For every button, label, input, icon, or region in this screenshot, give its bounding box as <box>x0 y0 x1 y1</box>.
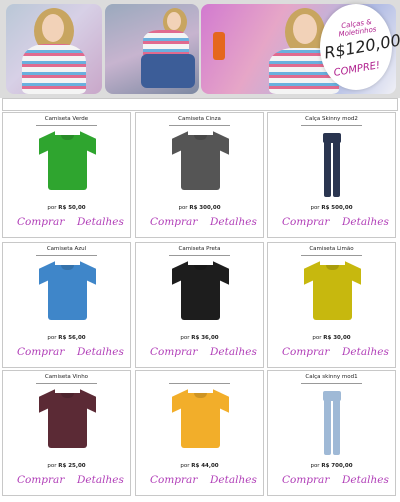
title-underline <box>36 125 97 126</box>
product-image[interactable] <box>39 389 96 448</box>
price-value: R$ 56,00 <box>58 335 86 341</box>
product-price: por R$ 36,00 <box>136 335 263 341</box>
product-image[interactable] <box>304 261 361 320</box>
product-card[interactable]: Camiseta Azul por R$ 56,00 Comprar Detalhes <box>2 242 131 368</box>
title-underline <box>36 255 97 256</box>
price-prefix: por <box>180 463 190 469</box>
title-underline <box>301 255 362 256</box>
product-name: Camiseta Verde <box>44 116 89 122</box>
details-button[interactable]: Detalhes <box>342 346 389 358</box>
price-value: R$ 300,00 <box>189 205 221 211</box>
product-image[interactable] <box>172 389 229 448</box>
divider-bar <box>2 98 398 111</box>
buy-button[interactable]: Comprar <box>17 216 64 228</box>
product-name: Camiseta Azul <box>46 246 87 252</box>
title-underline <box>169 255 230 256</box>
product-price: por R$ 700,00 <box>268 463 395 469</box>
details-button[interactable]: Detalhes <box>77 474 124 486</box>
model-photo <box>6 4 102 94</box>
price-prefix: por <box>47 205 57 211</box>
product-card[interactable]: Camiseta Cinza por R$ 300,00 Comprar Detalh… <box>135 112 264 238</box>
product-name: Calça Skinny mod2 <box>305 116 358 122</box>
title-underline <box>169 383 230 384</box>
details-button[interactable]: Detalhes <box>77 216 124 228</box>
price-value: R$ 44,00 <box>191 463 219 469</box>
details-button[interactable]: Detalhes <box>77 346 124 358</box>
product-price: por R$ 44,00 <box>136 463 263 469</box>
product-card[interactable]: Calça skinny mod1 por R$ 700,00 Comprar Det… <box>267 370 396 496</box>
product-image[interactable] <box>172 131 229 190</box>
product-card[interactable]: Camiseta Preta por R$ 36,00 Comprar Detalhe… <box>135 242 264 368</box>
buy-button[interactable]: Comprar <box>17 474 64 486</box>
buy-button[interactable]: Comprar <box>282 474 329 486</box>
title-underline <box>301 125 362 126</box>
details-button[interactable]: Detalhes <box>210 474 257 486</box>
price-value: R$ 30,00 <box>323 335 351 341</box>
details-button[interactable]: Detalhes <box>210 346 257 358</box>
title-underline <box>301 383 362 384</box>
product-name: Camiseta Preta <box>178 246 221 252</box>
buy-button[interactable]: Comprar <box>150 346 197 358</box>
product-price: por R$ 500,00 <box>268 205 395 211</box>
details-button[interactable]: Detalhes <box>210 216 257 228</box>
product-card[interactable]: por R$ 44,00 Comprar Detalhes <box>135 370 264 496</box>
product-price: por R$ 50,00 <box>3 205 130 211</box>
product-name: Camiseta Vinho <box>44 374 89 380</box>
product-image[interactable] <box>172 261 229 320</box>
product-image[interactable] <box>39 131 96 190</box>
product-image[interactable] <box>39 261 96 320</box>
product-price: por R$ 300,00 <box>136 205 263 211</box>
product-price: por R$ 30,00 <box>268 335 395 341</box>
promo-badge[interactable]: Calças & Moletinhos R$120,00 COMPRE! <box>320 4 400 90</box>
promo-cta[interactable]: COMPRE! <box>326 59 389 81</box>
details-button[interactable]: Detalhes <box>342 216 389 228</box>
product-card[interactable]: Camiseta Vinho por R$ 25,00 Comprar Detalhe… <box>2 370 131 496</box>
title-underline <box>36 383 97 384</box>
buy-button[interactable]: Comprar <box>282 216 329 228</box>
buy-button[interactable]: Comprar <box>150 216 197 228</box>
price-prefix: por <box>47 335 57 341</box>
product-image[interactable] <box>323 391 341 455</box>
price-prefix: por <box>310 205 320 211</box>
price-prefix: por <box>178 205 188 211</box>
product-card[interactable]: Calça Skinny mod2 por R$ 500,00 Comprar Det… <box>267 112 396 238</box>
price-value: R$ 50,00 <box>58 205 86 211</box>
product-name: Camiseta Cinza <box>178 116 221 122</box>
product-name: Camiseta Limão <box>309 246 354 252</box>
buy-button[interactable]: Comprar <box>150 474 197 486</box>
price-prefix: por <box>312 335 322 341</box>
product-price: por R$ 25,00 <box>3 463 130 469</box>
model-photo <box>105 4 199 94</box>
banner: Calças & Moletinhos R$120,00 COMPRE! <box>0 0 400 98</box>
price-prefix: por <box>180 335 190 341</box>
price-prefix: por <box>310 463 320 469</box>
price-value: R$ 700,00 <box>321 463 353 469</box>
product-name: Calça skinny mod1 <box>305 374 358 380</box>
details-button[interactable]: Detalhes <box>342 474 389 486</box>
bottle-icon <box>213 32 225 60</box>
price-value: R$ 25,00 <box>58 463 86 469</box>
buy-button[interactable]: Comprar <box>17 346 64 358</box>
title-underline <box>169 125 230 126</box>
price-value: R$ 36,00 <box>191 335 219 341</box>
product-price: por R$ 56,00 <box>3 335 130 341</box>
product-grid: Camiseta Verde por R$ 50,00 Comprar Detalhe… <box>2 112 398 500</box>
product-card[interactable]: Camiseta Limão por R$ 30,00 Comprar Detalhe… <box>267 242 396 368</box>
price-value: R$ 500,00 <box>321 205 353 211</box>
buy-button[interactable]: Comprar <box>282 346 329 358</box>
price-prefix: por <box>47 463 57 469</box>
product-card[interactable]: Camiseta Verde por R$ 50,00 Comprar Detalhe… <box>2 112 131 238</box>
product-image[interactable] <box>323 133 341 197</box>
